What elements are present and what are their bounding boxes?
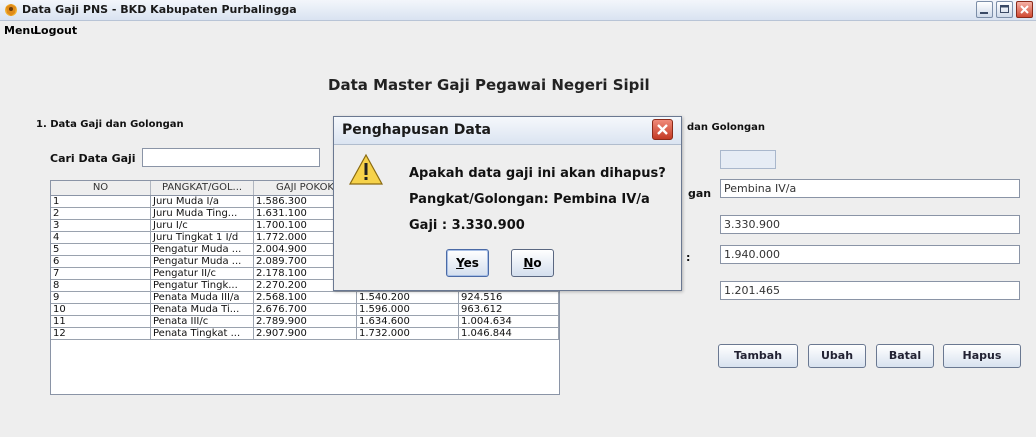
table-row[interactable]: 10 Penata Muda Ti... 2.676.700 1.596.000 963… (51, 304, 559, 316)
dialog-close-button[interactable] (652, 119, 673, 140)
table-cell: 8 (51, 280, 151, 292)
table-cell: 9 (51, 292, 151, 304)
table-cell: Penata Tingkat ... (151, 328, 254, 340)
table-cell: Pengatur Tingk... (151, 280, 254, 292)
table-cell: 3 (51, 220, 151, 232)
table-cell: 6 (51, 256, 151, 268)
table-cell: 924.516 (459, 292, 559, 304)
pangkat-label: gan (688, 187, 712, 200)
table-cell: Juru I/c (151, 220, 254, 232)
table-cell: Juru Muda Ting... (151, 208, 254, 220)
table-column-header[interactable]: NO (51, 181, 151, 195)
close-button[interactable] (1016, 1, 1033, 18)
potongan-field[interactable]: 1.201.465 (720, 281, 1020, 300)
table-cell: Juru Tingkat 1 I/d (151, 232, 254, 244)
table-cell: 5 (51, 244, 151, 256)
no-mnemonic: N (523, 256, 534, 270)
search-label: Cari Data Gaji (50, 152, 136, 165)
table-cell: 963.612 (459, 304, 559, 316)
table-cell: 2.907.900 (254, 328, 357, 340)
table-row[interactable]: 11 Penata III/c 2.789.900 1.634.600 1.004.63… (51, 316, 559, 328)
table-cell: 1.732.000 (357, 328, 459, 340)
table-row[interactable]: 12 Penata Tingkat ... 2.907.900 1.732.000 1.… (51, 328, 559, 340)
table-cell: Penata III/c (151, 316, 254, 328)
tunjangan-field[interactable]: 1.940.000 (720, 245, 1020, 264)
table-cell: Pengatur Muda ... (151, 244, 254, 256)
right-section-title: dan Golongan (687, 122, 766, 133)
table-cell: 1.046.844 (459, 328, 559, 340)
tunjangan-label: : (686, 251, 691, 264)
no-button[interactable]: No (511, 249, 554, 277)
table-cell: 2.676.700 (254, 304, 357, 316)
warning-icon (348, 153, 384, 187)
left-section-title: 1. Data Gaji dan Golongan (36, 119, 184, 130)
table-cell: Pengatur Muda ... (151, 256, 254, 268)
table-cell: 11 (51, 316, 151, 328)
hapus-button[interactable]: Hapus (943, 344, 1021, 368)
menu-bar: Menu Logout (0, 21, 1036, 39)
menu-item-logout[interactable]: Logout (34, 24, 77, 37)
yes-label-rest: es (463, 256, 479, 270)
table-cell: 1.596.000 (357, 304, 459, 316)
dialog-title: Penghapusan Data (342, 122, 491, 138)
dialog-message-line1: Apakah data gaji ini akan dihapus? (409, 166, 666, 181)
table-cell: 1.004.634 (459, 316, 559, 328)
batal-button[interactable]: Batal (876, 344, 934, 368)
minimize-button[interactable] (976, 1, 993, 18)
table-cell: 2.789.900 (254, 316, 357, 328)
search-input[interactable] (142, 148, 320, 167)
table-cell: 2.568.100 (254, 292, 357, 304)
maximize-button[interactable] (996, 1, 1013, 18)
table-cell: 1.634.600 (357, 316, 459, 328)
ubah-button[interactable]: Ubah (808, 344, 866, 368)
table-row[interactable]: 9 Penata Muda III/a 2.568.100 1.540.200 924.… (51, 292, 559, 304)
gaji-pokok-field[interactable]: 3.330.900 (720, 215, 1020, 234)
table-cell: 10 (51, 304, 151, 316)
no-label-rest: o (533, 256, 542, 270)
tambah-button[interactable]: Tambah (718, 344, 798, 368)
table-cell: 2 (51, 208, 151, 220)
table-cell: 7 (51, 268, 151, 280)
table-cell: 1 (51, 196, 151, 208)
table-cell: Penata Muda Ti... (151, 304, 254, 316)
dialog-message-line3: Gaji : 3.330.900 (409, 218, 525, 233)
menu-item-menu[interactable]: Menu (4, 24, 38, 37)
app-icon (3, 2, 19, 18)
table-cell: 12 (51, 328, 151, 340)
pangkat-golongan-field[interactable]: Pembina IV/a (720, 179, 1020, 198)
page-heading: Data Master Gaji Pegawai Negeri Sipil (328, 76, 650, 94)
window-title: Data Gaji PNS - BKD Kabupaten Purbalingg… (22, 3, 297, 16)
table-column-header[interactable]: PANGKAT/GOL... (151, 181, 254, 195)
yes-mnemonic: Y (456, 256, 464, 270)
table-cell: Penata Muda III/a (151, 292, 254, 304)
yes-button[interactable]: Yes (446, 249, 489, 277)
table-cell: 4 (51, 232, 151, 244)
table-cell: 1.540.200 (357, 292, 459, 304)
confirm-delete-dialog: Penghapusan Data Apakah data gaji ini ak… (333, 116, 682, 291)
dialog-message-line2: Pangkat/Golongan: Pembina IV/a (409, 192, 650, 207)
table-cell: Pengatur II/c (151, 268, 254, 280)
dialog-titlebar: Penghapusan Data (334, 117, 681, 145)
window-titlebar: Data Gaji PNS - BKD Kabupaten Purbalingg… (0, 0, 1036, 21)
id-field[interactable] (720, 150, 776, 169)
table-cell: Juru Muda I/a (151, 196, 254, 208)
